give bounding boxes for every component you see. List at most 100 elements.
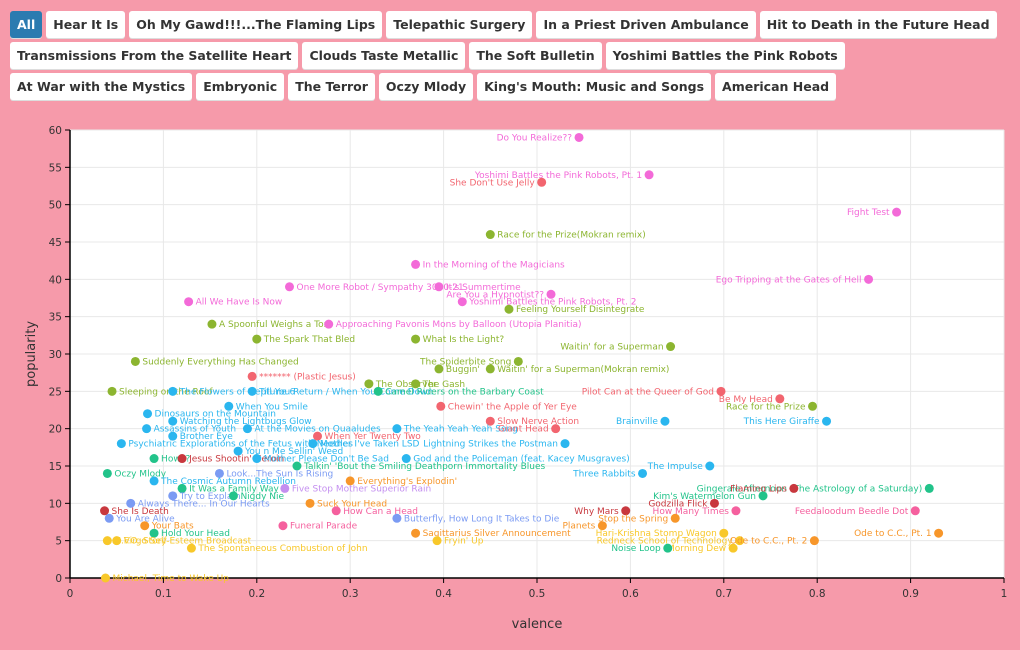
y-tick-label: 55 — [49, 162, 62, 174]
data-point[interactable] — [485, 364, 495, 374]
data-point[interactable] — [149, 454, 159, 464]
data-point-label: Suddenly Everything Has Changed — [142, 357, 298, 367]
data-point[interactable] — [663, 543, 673, 553]
data-point[interactable] — [485, 230, 495, 240]
data-point[interactable] — [100, 506, 110, 516]
data-point[interactable] — [864, 274, 874, 284]
data-point[interactable] — [100, 573, 110, 583]
data-point[interactable] — [432, 536, 442, 546]
data-point[interactable] — [705, 461, 715, 471]
data-point-label: Race for the Prize(Mokran remix) — [497, 231, 645, 241]
data-point[interactable] — [177, 454, 187, 464]
x-tick-label: 0.5 — [529, 588, 546, 600]
data-point[interactable] — [436, 401, 446, 411]
data-point[interactable] — [107, 386, 117, 396]
data-point[interactable] — [808, 401, 818, 411]
data-point[interactable] — [284, 282, 294, 292]
data-point[interactable] — [731, 506, 741, 516]
data-point[interactable] — [574, 132, 584, 142]
data-point[interactable] — [392, 513, 402, 523]
data-point-label: In the Morning of the Magicians — [423, 260, 565, 270]
data-point-label: Fryin' Up — [444, 537, 484, 547]
data-point-label: Morning Dew — [667, 544, 726, 554]
data-point[interactable] — [666, 342, 676, 352]
data-point-label: Butterfly, How Long It Takes to Die — [404, 514, 560, 524]
data-point-label: Feedaloodum Beedle Dot — [795, 507, 909, 517]
y-tick-label: 35 — [49, 312, 62, 324]
data-point[interactable] — [537, 177, 547, 187]
data-point[interactable] — [504, 304, 514, 314]
y-tick-label: 60 — [49, 125, 62, 137]
x-tick-label: 0.3 — [342, 588, 359, 600]
data-point[interactable] — [142, 424, 152, 434]
x-tick-label: 0.4 — [435, 588, 452, 600]
data-point[interactable] — [102, 468, 112, 478]
data-point-label: Ode to C.C., Pt. 1 — [854, 529, 932, 539]
data-point[interactable] — [892, 207, 902, 217]
data-point-label: The Impulse — [647, 462, 704, 472]
data-point[interactable] — [457, 297, 467, 307]
data-point[interactable] — [305, 498, 315, 508]
data-point[interactable] — [130, 356, 140, 366]
data-point[interactable] — [104, 513, 114, 523]
data-point[interactable] — [924, 483, 934, 493]
data-point[interactable] — [168, 386, 178, 396]
data-point[interactable] — [112, 536, 122, 546]
data-point[interactable] — [809, 536, 819, 546]
data-point-label: She Don't Use Jelly — [450, 178, 536, 188]
x-tick-label: 0.9 — [902, 588, 919, 600]
data-point[interactable] — [149, 476, 159, 486]
data-point[interactable] — [434, 282, 444, 292]
data-point-label: Chewin' the Apple of Yer Eye — [448, 402, 577, 412]
data-point[interactable] — [278, 521, 288, 531]
y-tick-label: 30 — [49, 349, 62, 361]
data-point[interactable] — [186, 543, 196, 553]
y-tick-label: 50 — [49, 200, 62, 212]
data-point[interactable] — [331, 506, 341, 516]
data-point[interactable] — [822, 416, 832, 426]
data-point[interactable] — [411, 528, 421, 538]
data-point[interactable] — [242, 424, 252, 434]
data-point[interactable] — [102, 536, 112, 546]
data-point[interactable] — [910, 506, 920, 516]
data-point[interactable] — [758, 491, 768, 501]
data-point[interactable] — [247, 371, 257, 381]
data-point[interactable] — [728, 543, 738, 553]
y-tick-label: 10 — [49, 498, 62, 510]
x-tick-label: 1 — [1001, 588, 1008, 600]
data-point[interactable] — [934, 528, 944, 538]
y-tick-label: 15 — [49, 461, 62, 473]
data-point[interactable] — [560, 439, 570, 449]
y-tick-label: 40 — [49, 274, 62, 286]
data-point[interactable] — [184, 297, 194, 307]
data-point[interactable] — [143, 409, 153, 419]
data-point[interactable] — [411, 334, 421, 344]
data-point-label: Ego Tripping at the Gates of Hell — [716, 275, 862, 285]
data-point-label: All We Have Is Now — [196, 298, 283, 308]
data-point[interactable] — [411, 259, 421, 269]
data-point-label: Waitin' for a Superman — [560, 343, 663, 353]
data-point[interactable] — [252, 454, 262, 464]
data-point[interactable] — [434, 364, 444, 374]
scatter-chart: 0 0.1 0.2 0.3 0.4 0.5 0.6 0.7 0.8 0.9 105101520253… — [24, 125, 1008, 632]
data-point[interactable] — [373, 386, 383, 396]
data-point[interactable] — [324, 319, 334, 329]
data-point[interactable] — [789, 483, 799, 493]
data-point[interactable] — [670, 513, 680, 523]
x-tick-label: 0.1 — [155, 588, 172, 600]
data-point[interactable] — [551, 424, 561, 434]
data-point-label: Ode to C.C., Pt. 2 — [730, 537, 808, 547]
data-point[interactable] — [247, 386, 257, 396]
data-point-label: Three Rabbits — [572, 469, 636, 479]
y-tick-label: 20 — [49, 424, 62, 436]
data-point-label: This Here Giraffe — [743, 417, 820, 427]
data-point-label: Talkin' 'Bout the Smiling Deathporn Immo… — [303, 462, 546, 472]
data-point[interactable] — [116, 439, 126, 449]
data-point[interactable] — [660, 416, 670, 426]
data-point[interactable] — [252, 334, 262, 344]
data-point[interactable] — [638, 468, 648, 478]
data-point[interactable] — [207, 319, 217, 329]
data-point-label: Feeling Yourself Disintegrate — [516, 305, 645, 315]
data-point[interactable] — [140, 521, 150, 531]
data-point[interactable] — [644, 170, 654, 180]
